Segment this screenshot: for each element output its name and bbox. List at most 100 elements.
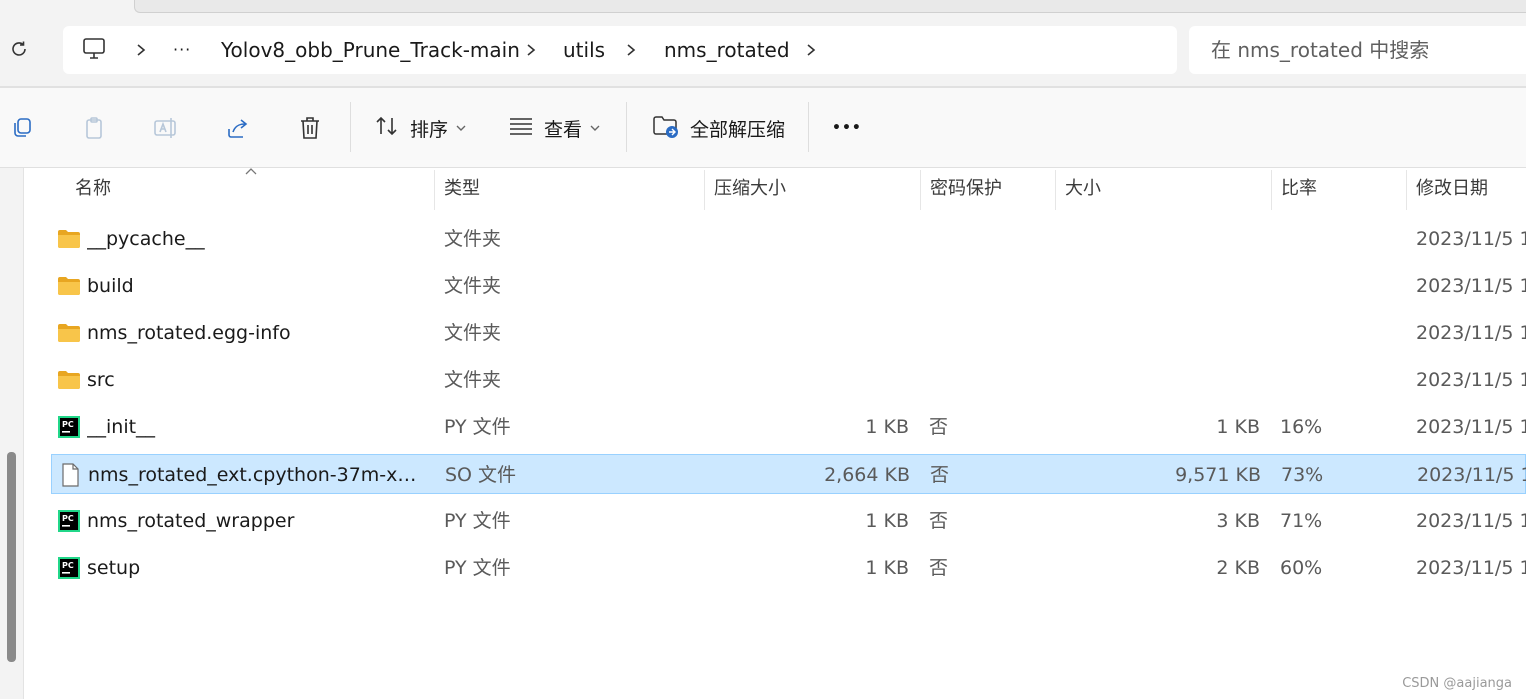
chevron-right-icon[interactable]	[521, 40, 541, 60]
copy-icon[interactable]	[4, 110, 40, 146]
modified-date: 2023/11/5 1	[1416, 275, 1526, 297]
rename-icon[interactable]	[148, 110, 184, 146]
compressed-size: 1 KB	[865, 510, 909, 532]
extract-all-label: 全部解压缩	[690, 118, 786, 141]
file-size: 9,571 KB	[1175, 464, 1261, 486]
separator	[808, 102, 809, 152]
file-row[interactable]: nms_rotated_ext.cpython-37m-x86_64-linux…	[51, 454, 1526, 494]
column-divider[interactable]	[920, 170, 921, 210]
breadcrumb-item-project[interactable]: Yolov8_obb_Prune_Track-main	[221, 26, 520, 74]
file-size: 2 KB	[1216, 557, 1260, 579]
refresh-icon[interactable]	[6, 36, 32, 62]
command-bar: 排序 查看 全部解压缩 •••	[0, 88, 1526, 168]
sort-button[interactable]: 排序	[374, 102, 466, 154]
file-type: 文件夹	[444, 228, 502, 250]
column-header-name[interactable]: 名称	[75, 168, 111, 210]
file-size	[1059, 219, 1260, 259]
column-divider[interactable]	[1271, 170, 1272, 210]
compression-ratio	[1280, 313, 1380, 353]
compressed-size	[706, 313, 909, 353]
compression-ratio	[1280, 219, 1380, 259]
file-size	[1059, 266, 1260, 306]
compressed-size	[706, 219, 909, 259]
column-header-compressed-size[interactable]: 压缩大小	[714, 168, 786, 210]
view-label: 查看	[544, 118, 583, 141]
file-size	[1059, 313, 1260, 353]
view-icon	[508, 115, 534, 141]
column-header-password[interactable]: 密码保护	[930, 168, 1002, 210]
view-button[interactable]: 查看	[508, 102, 600, 154]
navigation-bar: ··· Yolov8_obb_Prune_Track-main utils nm…	[0, 0, 1526, 88]
chevron-right-icon[interactable]	[621, 40, 641, 60]
modified-date: 2023/11/5 1	[1416, 228, 1526, 250]
extract-folder-icon	[652, 113, 680, 143]
column-header-modified[interactable]: 修改日期	[1416, 168, 1488, 210]
file-type: 文件夹	[444, 322, 502, 344]
modified-date: 2023/11/5 1	[1416, 557, 1526, 579]
file-size	[1059, 360, 1260, 400]
file-row[interactable]: PC __init__ PY 文件 1 KB 否 1 KB 16% 2023/11/5 1	[51, 407, 1526, 447]
share-icon[interactable]	[220, 110, 256, 146]
compressed-size: 1 KB	[865, 416, 909, 438]
column-header-type[interactable]: 类型	[444, 168, 480, 210]
compression-ratio: 60%	[1280, 557, 1323, 579]
sort-label: 排序	[410, 118, 449, 141]
file-type: PY 文件	[444, 557, 511, 579]
password-protected: 否	[929, 510, 949, 532]
column-divider[interactable]	[434, 170, 435, 210]
file-type: SO 文件	[445, 464, 517, 486]
file-size: 3 KB	[1216, 510, 1260, 532]
svg-text:PC: PC	[62, 514, 74, 523]
breadcrumb-item-nms-rotated[interactable]: nms_rotated	[664, 26, 790, 74]
watermark: CSDN @aajianga	[1402, 676, 1512, 691]
password-protected: 否	[929, 557, 949, 579]
password-protected: 否	[929, 416, 949, 438]
svg-text:PC: PC	[62, 420, 74, 429]
file-name: __init__	[87, 416, 156, 438]
compressed-size	[706, 360, 909, 400]
file-name: build	[87, 275, 134, 297]
compression-ratio	[1280, 266, 1380, 306]
chevron-down-icon	[456, 124, 466, 132]
column-divider[interactable]	[1406, 170, 1407, 210]
more-options-button[interactable]: •••	[832, 102, 862, 154]
modified-date: 2023/11/5 1	[1416, 510, 1526, 532]
file-name: nms_rotated.egg-info	[87, 322, 291, 344]
column-divider[interactable]	[704, 170, 705, 210]
delete-icon[interactable]	[292, 110, 328, 146]
column-header-size[interactable]: 大小	[1065, 168, 1101, 210]
column-header-ratio[interactable]: 比率	[1281, 168, 1317, 210]
file-row[interactable]: __pycache__ 文件夹 2023/11/5 1	[51, 219, 1526, 259]
extract-all-button[interactable]: 全部解压缩	[652, 102, 785, 154]
compression-ratio: 73%	[1281, 464, 1324, 486]
separator	[626, 102, 627, 152]
file-row[interactable]: PC nms_rotated_wrapper PY 文件 1 KB 否 3 KB 71% 20…	[51, 501, 1526, 541]
compressed-size	[706, 266, 909, 306]
paste-icon[interactable]	[76, 110, 112, 146]
sort-icon	[374, 114, 400, 142]
search-input[interactable]: 在 nms_rotated 中搜索	[1189, 26, 1526, 74]
computer-icon[interactable]	[81, 37, 109, 63]
file-row[interactable]: PC setup PY 文件 1 KB 否 2 KB 60% 2023/11/5 1	[51, 548, 1526, 588]
breadcrumb-overflow[interactable]: ···	[173, 26, 191, 74]
compression-ratio: 71%	[1280, 510, 1323, 532]
compressed-size: 1 KB	[865, 557, 909, 579]
more-icon: •••	[832, 120, 862, 136]
breadcrumb-item-utils[interactable]: utils	[563, 26, 605, 74]
separator	[350, 102, 351, 152]
chevron-down-icon	[590, 124, 600, 132]
file-row[interactable]: nms_rotated.egg-info 文件夹 2023/11/5 1	[51, 313, 1526, 353]
file-size: 1 KB	[1216, 416, 1260, 438]
file-row[interactable]: src 文件夹 2023/11/5 1	[51, 360, 1526, 400]
column-divider[interactable]	[1055, 170, 1056, 210]
compressed-size: 2,664 KB	[824, 464, 910, 486]
file-row[interactable]: build 文件夹 2023/11/5 1	[51, 266, 1526, 306]
file-name: src	[87, 369, 115, 391]
chevron-right-icon[interactable]	[131, 40, 151, 60]
chevron-right-icon[interactable]	[801, 40, 821, 60]
file-type: PY 文件	[444, 416, 511, 438]
scrollbar-thumb[interactable]	[7, 452, 16, 662]
password-protected	[929, 313, 1009, 353]
svg-text:PC: PC	[62, 561, 74, 570]
address-bar[interactable]: ··· Yolov8_obb_Prune_Track-main utils nm…	[63, 26, 1177, 74]
